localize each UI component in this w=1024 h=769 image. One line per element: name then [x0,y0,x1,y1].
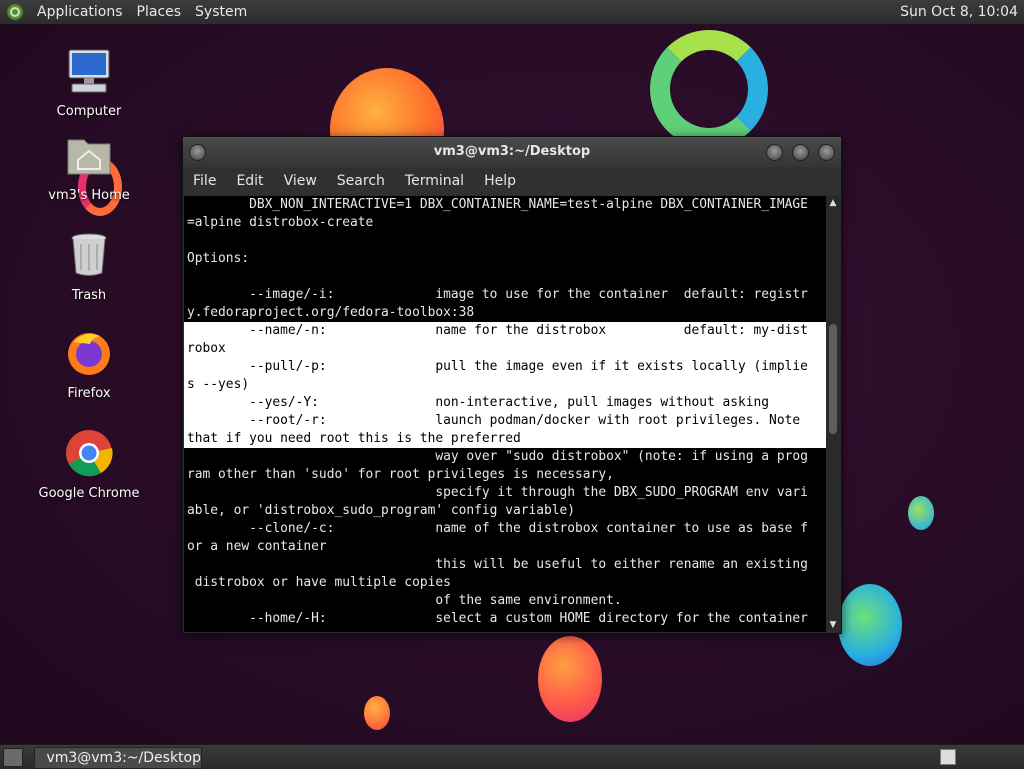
desktop-icon-label: vm3's Home [48,188,130,203]
terminal-line: --yes/-Y: non-interactive, pull images w… [184,394,826,412]
maximize-button[interactable] [792,144,809,161]
bottom-panel: vm3@vm3:~/Desktop [0,744,1024,769]
menubar: File Edit View Search Terminal Help [183,167,841,195]
terminal-line: --image/-i: image to use for the contain… [187,287,808,302]
terminal-line: able, or 'distrobox_sudo_program' config… [187,503,576,518]
window-menu-button[interactable] [189,144,206,161]
terminal-line: =alpine distrobox-create [187,215,374,230]
terminal-line: Options: [187,251,250,266]
scrollbar-thumb[interactable] [829,324,837,434]
terminal-line: of the same environment. [187,593,622,608]
terminal-line: that if you need root this is the prefer… [184,430,826,448]
terminal-line: --clone/-c: name of the distrobox contai… [187,521,808,536]
window-titlebar[interactable]: vm3@vm3:~/Desktop [183,137,841,167]
desktop-icon-computer[interactable]: Computer [34,46,144,119]
desktop-icon-label: Trash [71,288,107,303]
vertical-scrollbar[interactable]: ▲ ▼ [826,196,840,632]
taskbar-window-label: vm3@vm3:~/Desktop [46,750,201,766]
desktop-icon-label: Google Chrome [38,486,140,501]
close-button[interactable] [818,144,835,161]
terminal-line: specify it through the DBX_SUDO_PROGRAM … [187,485,808,500]
wallpaper-pink-blob [538,636,602,722]
mate-logo-icon[interactable] [6,3,24,21]
terminal-output[interactable]: DBX_NON_INTERACTIVE=1 DBX_CONTAINER_NAME… [184,196,826,632]
terminal-line: way over "sudo distrobox" (note: if usin… [187,449,808,464]
desktop-icon-home[interactable]: vm3's Home [34,130,144,203]
wallpaper-blue-blob [838,584,902,666]
computer-icon [68,49,110,93]
workspace-switcher[interactable] [940,749,956,765]
desktop-icon-firefox[interactable]: Firefox [34,328,144,401]
terminal-line: or a new container [187,539,327,554]
desktop-icon-label: Firefox [67,386,111,401]
terminal-window[interactable]: vm3@vm3:~/Desktop File Edit View Search … [182,136,842,634]
scroll-down-icon[interactable]: ▼ [828,620,838,630]
top-panel: Applications Places System Sun Oct 8, 10… [0,0,1024,25]
scroll-up-icon[interactable]: ▲ [828,198,838,208]
terminal-line: ram other than 'sudo' for root privilege… [187,467,614,482]
minimize-button[interactable] [766,144,783,161]
desktop-icon-trash[interactable]: Trash [34,230,144,303]
firefox-icon [68,333,110,375]
terminal-line: robox [184,340,826,358]
terminal-line [184,232,826,250]
terminal-line: this will be useful to either rename an … [187,557,808,572]
terminal-line: --root/-r: launch podman/docker with roo… [184,412,826,430]
menu-view[interactable]: View [274,167,327,195]
window-title: vm3@vm3:~/Desktop [433,144,591,159]
menu-search[interactable]: Search [327,167,395,195]
terminal-line [184,268,826,286]
applications-menu[interactable]: Applications [30,0,130,24]
menu-edit[interactable]: Edit [226,167,273,195]
wallpaper-tiny-blob [908,496,934,530]
taskbar-window-button[interactable]: vm3@vm3:~/Desktop [34,747,202,769]
trash-icon [71,233,107,276]
wallpaper-small-orange-blob [364,696,390,730]
terminal-line: --home/-H: select a custom HOME director… [187,611,808,626]
clock[interactable]: Sun Oct 8, 10:04 [900,0,1018,24]
desktop-icon-label: Computer [56,104,122,119]
terminal-line: --pull/-p: pull the image even if it exi… [184,358,826,376]
terminal-line: s --yes) [184,376,826,394]
menu-help[interactable]: Help [474,167,526,195]
places-menu[interactable]: Places [130,0,189,24]
menu-file[interactable]: File [183,167,226,195]
terminal-line: distrobox or have multiple copies [187,575,451,590]
system-menu[interactable]: System [188,0,254,24]
home-folder-icon [67,139,111,175]
wallpaper-ring [650,30,768,148]
desktop-icon-chrome[interactable]: Google Chrome [34,428,144,501]
menu-terminal[interactable]: Terminal [395,167,474,195]
chrome-icon [66,430,113,477]
terminal-line: y.fedoraproject.org/fedora-toolbox:38 [187,305,475,320]
terminal-line: DBX_NON_INTERACTIVE=1 DBX_CONTAINER_NAME… [187,197,808,212]
show-desktop-button[interactable] [3,748,23,767]
terminal-icon [39,757,41,759]
terminal-line: --name/-n: name for the distrobox defaul… [184,322,826,340]
